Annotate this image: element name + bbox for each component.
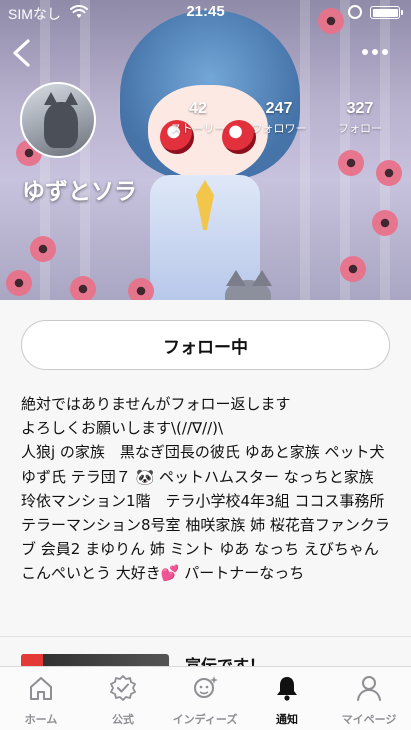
- flower-decoration: [6, 270, 32, 296]
- status-bar: SIMなし 21:45: [0, 0, 411, 26]
- stat-stories-count: 42: [189, 100, 207, 117]
- battery-icon: [370, 6, 400, 19]
- stat-stories-label: ストーリー: [170, 122, 226, 135]
- stat-stories[interactable]: 42 ストーリー: [163, 100, 233, 136]
- tab-bar: ホーム 公式 インディーズ 通知 マイページ: [0, 666, 411, 730]
- stat-following-count: 327: [346, 100, 374, 117]
- tab-official[interactable]: 公式: [82, 673, 164, 729]
- avatar[interactable]: [20, 82, 96, 158]
- badge-check-icon: [110, 675, 136, 701]
- flower-decoration: [372, 210, 398, 236]
- background-stripe: [80, 0, 90, 300]
- flower-decoration: [128, 278, 154, 300]
- tab-indies[interactable]: インディーズ: [164, 673, 246, 729]
- tab-notifications[interactable]: 通知: [246, 673, 328, 729]
- home-icon: [30, 677, 52, 700]
- section-divider: [0, 636, 411, 637]
- person-icon: [357, 676, 381, 701]
- dot: [382, 49, 388, 55]
- background-stripe: [300, 0, 310, 300]
- flower-decoration: [376, 160, 402, 186]
- flower-decoration: [338, 150, 364, 176]
- profile-content: フォロー中 絶対ではありませんがフォロー返します よろしくお願いします\(//∇…: [0, 300, 411, 675]
- bio-line: よろしくお願いします\(//∇//)\: [21, 419, 224, 438]
- avatar-cat: [44, 102, 78, 148]
- following-button[interactable]: フォロー中: [21, 320, 390, 370]
- stat-following[interactable]: 327 フォロー: [325, 100, 395, 136]
- tab-official-label: 公式: [112, 713, 134, 726]
- tab-notifications-label: 通知: [276, 713, 298, 726]
- stat-followers-count: 247: [265, 100, 293, 117]
- bell-icon: [277, 677, 297, 701]
- dot: [372, 49, 378, 55]
- more-options-icon[interactable]: [358, 40, 392, 64]
- battery-tip: [401, 10, 403, 15]
- tab-home-label: ホーム: [24, 713, 58, 726]
- back-arrow-icon[interactable]: [6, 36, 40, 70]
- flower-decoration: [30, 236, 56, 262]
- stat-followers[interactable]: 247 フォロワー: [244, 100, 314, 136]
- indies-icon: [194, 676, 218, 698]
- flower-decoration: [340, 256, 366, 282]
- stat-followers-label: フォロワー: [251, 122, 307, 135]
- tab-mypage[interactable]: マイページ: [328, 673, 410, 729]
- profile-bio: 絶対ではありませんがフォロー返します よろしくお願いします\(//∇//)\ 人…: [21, 392, 393, 586]
- stat-following-label: フォロー: [338, 122, 382, 135]
- tab-home[interactable]: ホーム: [0, 673, 82, 729]
- dot: [362, 49, 368, 55]
- flower-decoration: [70, 276, 96, 300]
- tab-indies-label: インディーズ: [172, 713, 238, 726]
- orientation-lock-icon: [348, 5, 362, 19]
- bio-line: 絶対ではありませんがフォロー返します: [21, 395, 291, 413]
- cat-ear: [226, 270, 246, 286]
- profile-name: ゆずとソラ: [22, 179, 137, 205]
- tab-mypage-label: マイページ: [341, 713, 397, 726]
- cat-ear: [252, 270, 272, 286]
- bio-line: 人狼j の家族 黒なぎ団長の彼氏 ゆあと家族 ペット犬 ゆず氏 テラ団７ 🐼 ペ…: [21, 443, 390, 583]
